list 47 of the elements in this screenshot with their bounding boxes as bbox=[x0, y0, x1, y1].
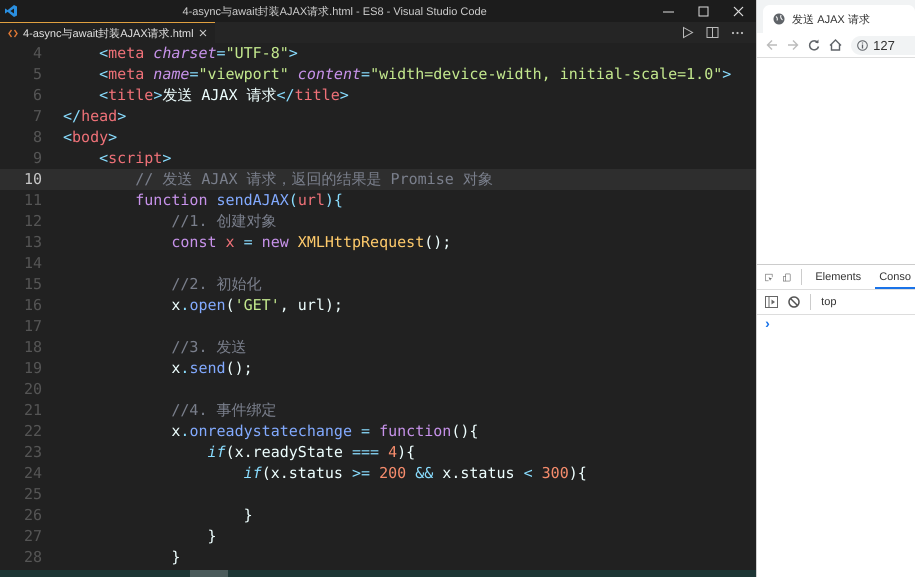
sidebar-icon[interactable] bbox=[765, 296, 778, 308]
code-line: x.onreadystatechange = function(){ bbox=[170, 421, 480, 442]
globe-icon bbox=[773, 13, 786, 25]
info-icon bbox=[857, 40, 868, 50]
clear-console-icon[interactable] bbox=[788, 296, 800, 308]
address-text: 127 bbox=[873, 38, 895, 52]
code-line: x.send(); bbox=[170, 358, 254, 379]
devtools-tab[interactable]: Conso bbox=[875, 265, 915, 289]
html-file-icon bbox=[8, 28, 18, 38]
vscode-logo-icon bbox=[4, 4, 18, 18]
console-prompt[interactable]: › bbox=[757, 315, 915, 331]
line-number: 10 bbox=[22, 169, 43, 190]
code-line: if(x.readyState === 4){ bbox=[206, 442, 416, 463]
close-icon[interactable] bbox=[733, 6, 744, 16]
code-line: x.open('GET', url); bbox=[170, 295, 344, 316]
code-line: <meta name="viewport" content="width=device-width, initial-scale=1.0"> bbox=[98, 64, 732, 85]
maximize-icon[interactable] bbox=[698, 6, 710, 16]
code-line: function sendAJAX(url){ bbox=[134, 190, 344, 211]
run-icon[interactable] bbox=[682, 26, 694, 39]
code-line: //3. 发送 bbox=[170, 337, 248, 358]
code-line: //1. 创建对象 bbox=[170, 211, 278, 232]
code-line: const x = new XMLHttpRequest(); bbox=[170, 232, 452, 253]
device-toolbar-icon[interactable] bbox=[782, 270, 791, 284]
code-line: <meta charset="UTF-8"> bbox=[98, 43, 299, 64]
reload-icon[interactable] bbox=[808, 39, 820, 51]
context-selector[interactable]: top bbox=[821, 296, 836, 308]
code-line: if(x.status >= 200 && x.status < 300){ bbox=[242, 463, 588, 484]
close-icon[interactable] bbox=[198, 29, 207, 37]
code-line: <script> bbox=[98, 148, 172, 169]
code-line: //4. 事件绑定 bbox=[170, 400, 278, 421]
code-line: //2. 初始化 bbox=[170, 274, 263, 295]
code-line: // 发送 AJAX 请求，返回的结果是 Promise 对象 bbox=[134, 169, 494, 190]
tab-title: 发送 AJAX 请求 bbox=[792, 12, 870, 26]
devtools-tab[interactable]: Elements bbox=[811, 265, 866, 289]
file-tab[interactable]: 4-async与await封装AJAX请求.html bbox=[0, 22, 215, 43]
code-line: } bbox=[170, 547, 182, 568]
browser-tab[interactable]: 发送 AJAX 请求 bbox=[763, 5, 915, 33]
code-line: } bbox=[206, 526, 218, 547]
code-line: <body> bbox=[63, 127, 118, 148]
code-line: } bbox=[242, 505, 254, 526]
split-editor-icon[interactable] bbox=[706, 26, 720, 39]
code-line: </head> bbox=[63, 106, 128, 127]
address-bar[interactable]: 127 bbox=[851, 36, 915, 54]
code-line: <title>发送 AJAX 请求</title> bbox=[98, 85, 350, 106]
window-title: 4-async与await封装AJAX请求.html - ES8 - Visual Studio Code bbox=[181, 4, 488, 18]
more-icon[interactable] bbox=[731, 30, 744, 34]
home-icon[interactable] bbox=[829, 39, 842, 51]
